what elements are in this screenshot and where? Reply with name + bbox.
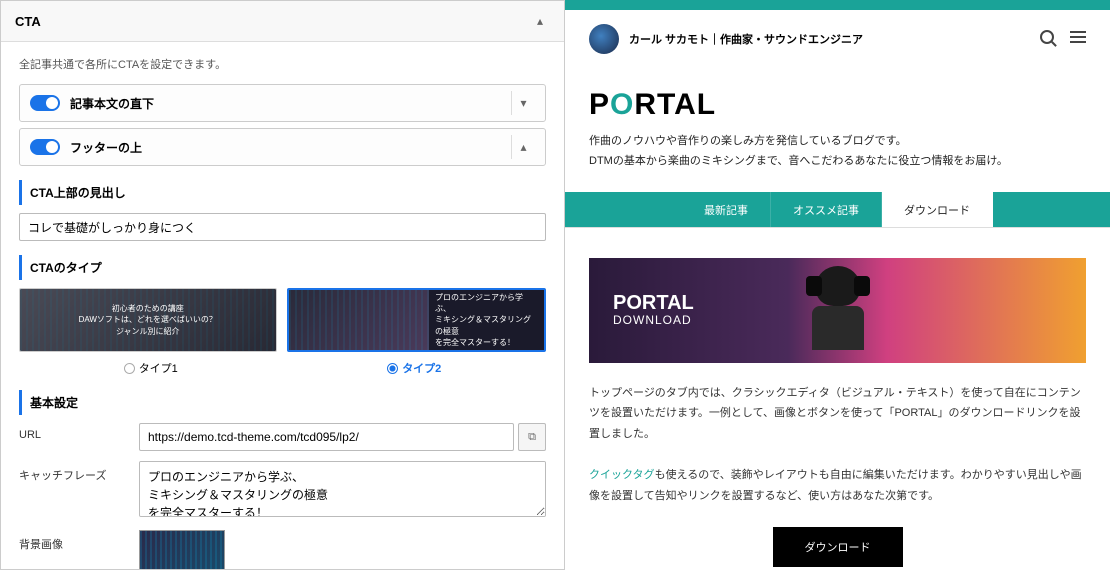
type1-line3: ジャンル別に紹介: [116, 326, 180, 337]
panel-title: CTA: [15, 14, 41, 29]
cta-heading-input[interactable]: [19, 213, 546, 241]
expand-section-button[interactable]: ▾: [511, 91, 535, 115]
toggle-switch-icon[interactable]: [30, 95, 60, 111]
admin-settings-panel: CTA ▴ 全記事共通で各所にCTAを設定できます。 記事本文の直下 ▾ フッタ…: [0, 0, 565, 570]
tab-download[interactable]: ダウンロード: [882, 192, 993, 228]
type2-thumb: [289, 290, 430, 350]
download-banner[interactable]: PORTAL DOWNLOAD: [589, 258, 1086, 363]
cta-type2-card[interactable]: プロのエンジニアから学ぶ、 ミキシング＆マスタリングの極意 を完全マスターする！: [287, 288, 547, 352]
open-url-button[interactable]: ⧉: [518, 423, 546, 451]
tab-recommended[interactable]: オススメ記事: [771, 192, 882, 228]
catchphrase-label: キャッチフレーズ: [19, 461, 139, 483]
author-name: カール サカモト｜作曲家・サウンドエンジニア: [629, 31, 863, 47]
menu-icon[interactable]: [1070, 30, 1086, 49]
author-avatar[interactable]: [589, 24, 619, 54]
hero-section: PORTAL 作曲のノウハウや音作りの楽しみ方を発信しているブログです。 DTM…: [565, 78, 1110, 192]
content-text: も使えるので、装飾やレイアウトも自由に編集いただけます。わかりやすい見出しや画像…: [589, 469, 1082, 502]
section-type-label: CTAのタイプ: [19, 255, 546, 280]
type2-line3: を完全マスターする！: [435, 337, 538, 348]
cta-type1-card[interactable]: 初心者のための講座 DAWソフトは、どれを選べばいいの？ ジャンル別に紹介: [19, 288, 277, 352]
collapse-panel-button[interactable]: ▴: [530, 11, 550, 31]
radio-type2[interactable]: タイプ2: [387, 360, 441, 376]
hero-desc-line: 作曲のノウハウや音作りの楽しみ方を発信しているブログです。: [589, 132, 1086, 152]
radio-label: タイプ1: [139, 360, 178, 376]
panel-header: CTA ▴: [1, 1, 564, 42]
banner-subtitle: DOWNLOAD: [613, 313, 694, 327]
toggle-switch-icon[interactable]: [30, 139, 60, 155]
banner-illustration: [798, 266, 878, 356]
site-preview-panel: カール サカモト｜作曲家・サウンドエンジニア PORTAL 作曲のノウハウや音作…: [565, 0, 1110, 570]
type2-line1: プロのエンジニアから学ぶ、: [435, 292, 538, 314]
download-button[interactable]: ダウンロード: [773, 527, 903, 567]
search-icon[interactable]: [1040, 30, 1054, 49]
toggle-label: フッターの上: [70, 139, 142, 156]
radio-type1[interactable]: タイプ1: [124, 360, 178, 376]
helper-text: 全記事共通で各所にCTAを設定できます。: [19, 56, 546, 72]
bg-image-thumb[interactable]: [139, 530, 225, 570]
toggle-label: 記事本文の直下: [70, 95, 154, 112]
url-label: URL: [19, 423, 139, 441]
collapse-section-button[interactable]: ▴: [511, 135, 535, 159]
section-heading-label: CTA上部の見出し: [19, 180, 546, 205]
type2-line2: ミキシング＆マスタリングの極意: [435, 314, 538, 336]
catchphrase-textarea[interactable]: プロのエンジニアから学ぶ、 ミキシング＆マスタリングの極意 を完全マスターする！: [139, 461, 546, 517]
logo-part: P: [589, 88, 610, 121]
url-input[interactable]: [139, 423, 514, 451]
logo-part: O: [610, 88, 634, 121]
hero-desc-line: DTMの基本から楽曲のミキシングまで、音へこだわるあなたに役立つ情報をお届け。: [589, 152, 1086, 172]
bg-image-label: 背景画像: [19, 530, 139, 552]
site-header: カール サカモト｜作曲家・サウンドエンジニア: [565, 10, 1110, 78]
radio-label: タイプ2: [402, 360, 441, 376]
tab-content: PORTAL DOWNLOAD トップページのタブ内では、クラシックエディタ（ビ…: [565, 228, 1110, 570]
site-logo: PORTAL: [589, 88, 1086, 122]
banner-title: PORTAL: [613, 293, 694, 313]
toggle-below-content[interactable]: 記事本文の直下 ▾: [19, 84, 546, 122]
toggle-above-footer[interactable]: フッターの上 ▴: [19, 128, 546, 166]
type1-line2: DAWソフトは、どれを選べばいいの？: [79, 314, 217, 325]
section-basic-label: 基本設定: [19, 390, 546, 415]
type1-line1: 初心者のための講座: [112, 303, 184, 314]
quicktag-link[interactable]: クイックタグ: [589, 469, 655, 481]
tab-bar: 最新記事 オススメ記事 ダウンロード: [565, 192, 1110, 228]
content-paragraph: トップページのタブ内では、クラシックエディタ（ビジュアル・テキスト）を使って自在…: [589, 383, 1086, 446]
logo-part: RTAL: [634, 88, 716, 121]
radio-icon: [124, 363, 135, 374]
tab-latest[interactable]: 最新記事: [682, 192, 771, 228]
content-paragraph: クイックタグも使えるので、装飾やレイアウトも自由に編集いただけます。わかりやすい…: [589, 465, 1086, 507]
radio-icon: [387, 363, 398, 374]
